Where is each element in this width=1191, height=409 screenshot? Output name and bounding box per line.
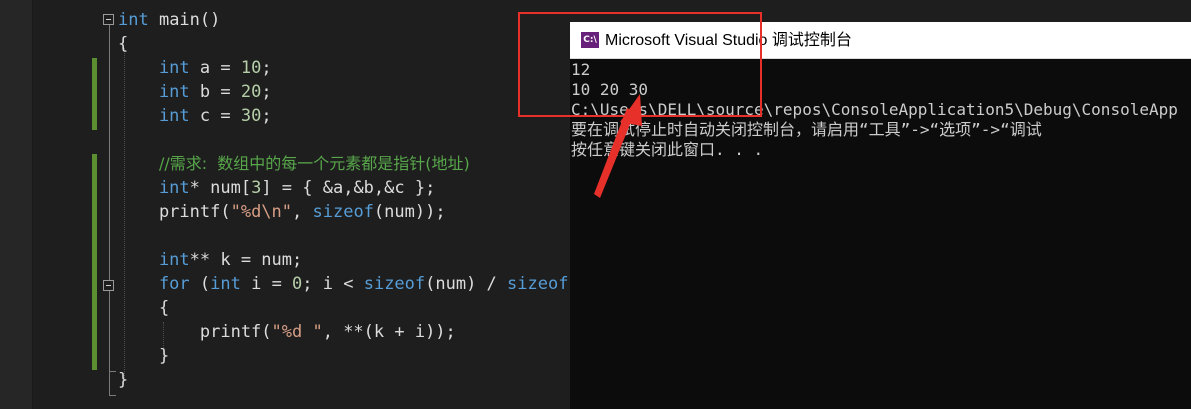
- annotation-arrow-icon: [594, 94, 642, 198]
